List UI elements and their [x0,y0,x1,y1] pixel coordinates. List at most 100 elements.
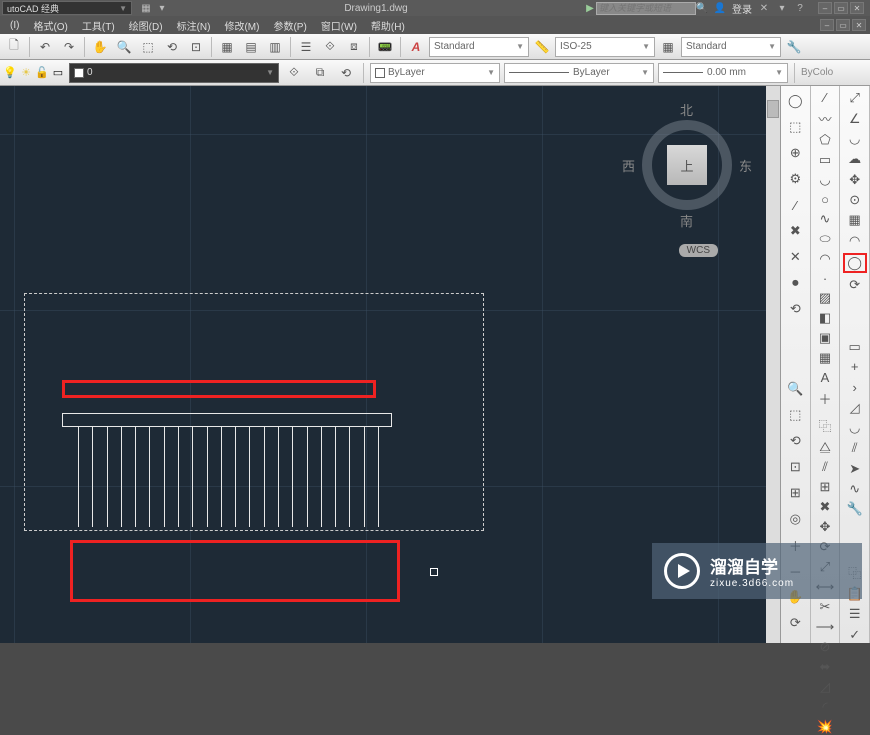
polygon-button[interactable]: ⬠ [813,132,837,148]
menu-help[interactable]: 帮助(H) [365,18,411,33]
properties-button[interactable]: ▦ [216,36,238,58]
tangent-button[interactable]: ◯ [843,253,867,273]
trim-button[interactable]: ✂ [813,599,837,615]
hatch-button[interactable]: ▨ [813,290,837,306]
layer-previous-button[interactable]: ⟲ [335,62,357,84]
arrow-button[interactable]: ➤ [843,461,867,477]
search-play-icon[interactable]: ▶ [584,2,596,14]
zoom-window-button[interactable]: ⬚ [137,36,159,58]
circle-button[interactable]: ○ [813,192,837,207]
pan-button[interactable]: ✋ [89,36,111,58]
array-button[interactable]: ⊞ [813,479,837,495]
table-button[interactable]: ▦ [813,350,837,366]
delete2-button[interactable]: ✖ [813,499,837,515]
tablestyle-icon[interactable]: ▦ [657,36,679,58]
curve-button[interactable]: ◡ [843,131,867,147]
tool-button[interactable]: 🔧 [843,501,867,517]
table-style-combo[interactable]: Standard▼ [681,37,781,57]
x-button[interactable]: ✕ [783,246,807,268]
doc-close-button[interactable]: ✕ [852,19,866,31]
viewcube-west[interactable]: 西 [622,156,635,175]
move-button[interactable]: ✥ [813,519,837,535]
zoom-win-button[interactable]: ⬚ [783,404,807,426]
pline-button[interactable]: 〰 [813,109,837,128]
menu-modify[interactable]: 修改(M) [218,18,265,33]
orbit-button[interactable]: ⟳ [783,612,807,634]
copy-button[interactable]: ⿻ [813,416,837,435]
zoom-prev-button[interactable]: ⟲ [783,430,807,452]
lineweight-combo[interactable]: 0.00 mm▼ [658,63,788,83]
zoom-dyn-button[interactable]: ⊞ [783,482,807,504]
explode-button[interactable]: 💥 [813,719,837,735]
zoom-obj-button[interactable]: ◎ [783,508,807,530]
undo-button[interactable]: ↶ [34,36,56,58]
offset-button[interactable]: ⫽ [813,459,837,475]
double-button[interactable]: ⫽ [843,440,867,456]
viewcube-south[interactable]: 南 [680,211,693,230]
earc-button[interactable]: ◠ [813,251,837,267]
sheet-set-button[interactable]: ▤ [240,36,262,58]
help-dropdown-icon[interactable]: ▾ [776,2,788,14]
search-icon[interactable]: 🔍 [696,2,708,14]
cloud-button[interactable]: ☁ [843,151,867,167]
viewcube[interactable]: 上 北 南 东 西 [622,100,752,230]
tool-palettes-button[interactable]: ▥ [264,36,286,58]
menu-i[interactable]: (I) [4,20,25,31]
wcs-badge[interactable]: WCS [679,244,718,257]
close-button[interactable]: ✕ [850,2,864,14]
zoom-extents-button[interactable]: ⊡ [185,36,207,58]
curve2-button[interactable]: ∿ [843,481,867,497]
arc2-button[interactable]: ◡ [843,420,867,436]
corner-button[interactable]: ◿ [843,400,867,416]
menu-window[interactable]: 窗口(W) [315,18,363,33]
line-button[interactable]: ∕ [813,90,837,105]
doc-restore-button[interactable]: ▭ [836,19,850,31]
search-input[interactable] [596,2,696,15]
redo-button[interactable]: ↷ [58,36,80,58]
chevron-button[interactable]: › [843,379,867,395]
dim-style-combo[interactable]: ISO-25▼ [555,37,655,57]
qat-icon[interactable]: ▦ [140,2,152,14]
grid-button[interactable]: ▦ [843,212,867,228]
layer-p-button[interactable]: ☰ [843,606,867,622]
linetype-combo[interactable]: ByLayer▼ [504,63,654,83]
radius-button[interactable]: ◠ [843,233,867,249]
style-manager-button[interactable]: 🔧 [783,36,805,58]
calc-button[interactable]: 📟 [374,36,396,58]
rectangle-button[interactable]: ▭ [843,338,867,354]
viewcube-face-top[interactable]: 上 [667,145,707,185]
layer-prev-button[interactable]: ⟐ [319,36,341,58]
doc-minimize-button[interactable]: – [820,19,834,31]
delete-button[interactable]: ✖ [783,220,807,242]
mirror-button[interactable]: ⧋ [813,439,837,455]
region-button[interactable]: ▣ [813,330,837,346]
rect-button[interactable]: ▭ [813,152,837,168]
globe-button[interactable]: ⊕ [783,142,807,164]
layer-combo[interactable]: 0▼ [69,63,279,83]
minimize-button[interactable]: – [818,2,832,14]
menu-draw[interactable]: 绘图(D) [123,18,169,33]
layer-iso-button[interactable]: ⧈ [343,36,365,58]
layer-color-icon[interactable]: ▭ [51,66,65,80]
viewcube-north[interactable]: 北 [680,100,693,119]
zoom-rt-button[interactable]: 🔍 [783,378,807,400]
menu-dimension[interactable]: 标注(N) [171,18,217,33]
arc-button[interactable]: ◡ [813,172,837,188]
scale-tool-button[interactable]: ⤢ [843,90,867,106]
match-p-button[interactable]: ✓ [843,627,867,643]
chamfer-button[interactable]: ◿ [813,679,837,695]
scroll-thumb[interactable] [767,100,779,118]
rotate2-button[interactable]: ⟳ [843,277,867,293]
join-button[interactable]: ⬌ [813,659,837,675]
bulb-icon[interactable]: 💡 [3,66,17,80]
break-button[interactable]: ⊘ [813,639,837,655]
plus-button[interactable]: + [843,359,867,375]
new-button[interactable]: 🗋 [3,36,25,58]
sphere-button[interactable]: ◯ [783,90,807,112]
workspace-selector[interactable]: utoCAD 经典▼ [2,1,132,15]
mtext-button[interactable]: A [813,370,837,385]
help-icon[interactable]: ? [794,2,806,14]
menu-tools[interactable]: 工具(T) [76,18,121,33]
lock-icon[interactable]: 🔓 [35,66,49,80]
add-button[interactable]: ＋ [813,389,837,408]
